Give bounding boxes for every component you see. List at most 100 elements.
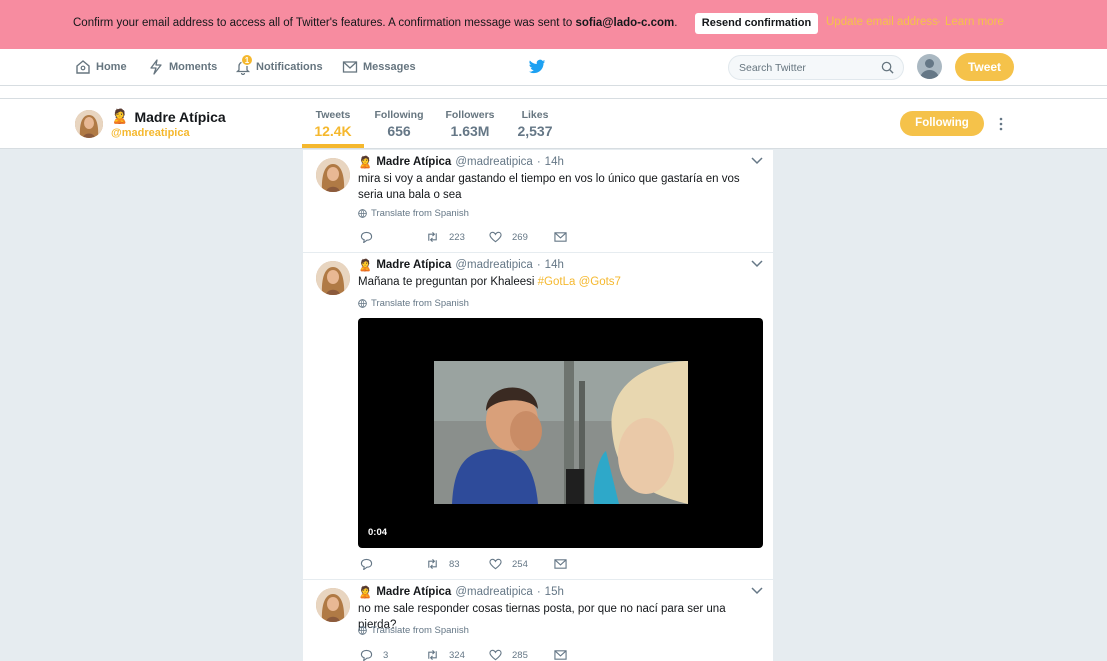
stat-likes[interactable]: Likes 2,537 [512, 109, 558, 139]
like-button[interactable]: 269 [489, 231, 528, 243]
tweet-emoji: 🙎 [358, 587, 373, 599]
stat-tweets-value: 12.4K [314, 123, 352, 139]
tweet-avatar[interactable] [316, 261, 350, 295]
tweet-dot: · [536, 586, 541, 598]
nav-home-label: Home [96, 61, 127, 73]
like-button[interactable]: 254 [489, 558, 528, 570]
following-button[interactable]: Following [900, 111, 984, 136]
tweet-timestamp[interactable]: 14h [545, 259, 564, 271]
reply-icon [360, 558, 373, 570]
direct-message-button[interactable] [554, 649, 567, 661]
nav-notifications[interactable]: 1 Notifications [235, 54, 323, 76]
retweet-icon [428, 649, 437, 661]
nav-notifications-label: Notifications [256, 61, 323, 73]
heart-icon [489, 558, 502, 570]
email-confirmation-banner: Confirm your email address to access all… [0, 0, 1107, 49]
default-avatar-icon [920, 59, 939, 79]
globe-icon [358, 299, 367, 308]
tweet-item[interactable]: 🙎 Madre Atípica @madreatipica · 15h no m… [303, 580, 773, 661]
retweet-button[interactable]: 324 [426, 649, 465, 661]
search-icon[interactable] [881, 61, 894, 74]
profile-avatar[interactable] [75, 110, 103, 138]
stat-tweets[interactable]: Tweets 12.4K [305, 109, 361, 139]
nav-home[interactable]: Home [75, 59, 127, 75]
envelope-icon [554, 559, 567, 569]
stat-following[interactable]: Following 656 [372, 109, 426, 139]
more-options-icon[interactable] [996, 115, 1006, 133]
twitter-bird-icon[interactable] [528, 59, 546, 75]
retweet-button[interactable]: 223 [426, 231, 465, 243]
retweet-count: 83 [449, 558, 460, 570]
banner-message-end: . [674, 17, 678, 29]
tweet-author-handle[interactable]: @madreatipica [455, 586, 533, 598]
lightning-icon [150, 59, 162, 75]
tweet-avatar[interactable] [316, 158, 350, 192]
like-button[interactable]: 285 [489, 649, 528, 661]
like-count: 269 [512, 231, 528, 243]
nav-messages[interactable]: Messages [342, 59, 416, 75]
update-email-link[interactable]: Update email address [826, 16, 938, 28]
profile-photo [75, 110, 103, 138]
global-nav: Home Moments 1 Notifications Messages Tw… [0, 49, 1107, 86]
chevron-down-icon[interactable] [751, 260, 763, 268]
chevron-down-icon[interactable] [751, 157, 763, 165]
retweet-count: 223 [449, 231, 465, 243]
tweet-item[interactable]: 🙎 Madre Atípica @madreatipica · 14h mira… [303, 150, 773, 253]
reply-count: 3 [383, 649, 389, 661]
timeline: 🙎 Madre Atípica @madreatipica · 14h mira… [303, 150, 773, 661]
tweet-avatar[interactable] [316, 588, 350, 622]
tweet-author-handle[interactable]: @madreatipica [455, 259, 533, 271]
globe-icon [358, 209, 367, 218]
heart-icon [489, 231, 502, 243]
mention-link[interactable]: @Gots7 [579, 276, 621, 288]
reply-button[interactable] [360, 558, 383, 570]
translate-link[interactable]: Translate from Spanish [358, 298, 469, 309]
retweet-icon [428, 558, 437, 570]
retweet-button[interactable]: 83 [426, 558, 460, 570]
profile-name[interactable]: 🙎 Madre Atípica [111, 108, 226, 125]
tweet-author-name[interactable]: Madre Atípica [376, 259, 451, 271]
learn-more-link[interactable]: Learn more [945, 16, 1004, 28]
hashtag-link[interactable]: #GotLa [538, 276, 576, 288]
banner-separator: · [937, 16, 941, 28]
active-tab-indicator [302, 144, 364, 148]
tweet-dot: · [536, 259, 541, 271]
reply-button[interactable]: 3 [360, 649, 388, 661]
stat-followers[interactable]: Followers 1.63M [442, 109, 498, 139]
header-strip [0, 86, 1107, 99]
profile-handle[interactable]: @madreatipica [111, 127, 190, 139]
video-duration: 0:04 [368, 527, 388, 538]
tweet-author-name[interactable]: Madre Atípica [376, 156, 451, 168]
reply-button[interactable] [360, 231, 383, 243]
translate-label: Translate from Spanish [371, 625, 469, 636]
stat-followers-value: 1.63M [450, 123, 490, 139]
tweet-timestamp[interactable]: 15h [545, 586, 564, 598]
compose-tweet-button[interactable]: Tweet [955, 53, 1014, 81]
translate-link[interactable]: Translate from Spanish [358, 208, 469, 219]
like-count: 285 [512, 649, 528, 661]
tweet-author-name[interactable]: Madre Atípica [376, 586, 451, 598]
envelope-icon [554, 650, 567, 660]
video-player[interactable]: 0:04 [358, 318, 763, 548]
user-avatar[interactable] [917, 54, 942, 79]
tweet-text-body: Mañana te preguntan por Khaleesi [358, 276, 538, 288]
tweet-timestamp[interactable]: 14h [545, 156, 564, 168]
tweet-text: mira si voy a andar gastando el tiempo e… [358, 173, 740, 201]
direct-message-button[interactable] [554, 558, 567, 570]
stat-following-value: 656 [387, 123, 411, 139]
tweet-header: 🙎 Madre Atípica @madreatipica · 14h [358, 258, 564, 272]
banner-message: Confirm your email address to access all… [73, 17, 677, 29]
nav-moments[interactable]: Moments [148, 59, 217, 75]
direct-message-button[interactable] [554, 231, 567, 243]
tweet-author-photo [316, 158, 350, 192]
envelope-icon [342, 61, 358, 73]
reply-icon [360, 649, 373, 661]
resend-confirmation-button[interactable]: Resend confirmation [695, 13, 818, 34]
tweet-header: 🙎 Madre Atípica @madreatipica · 14h [358, 155, 564, 169]
translate-link[interactable]: Translate from Spanish [358, 625, 469, 636]
banner-message-text: Confirm your email address to access all… [73, 17, 576, 29]
tweet-author-handle[interactable]: @madreatipica [455, 156, 533, 168]
tweet-item[interactable]: 🙎 Madre Atípica @madreatipica · 14h Maña… [303, 253, 773, 580]
search-input[interactable] [729, 56, 874, 79]
chevron-down-icon[interactable] [751, 587, 763, 595]
